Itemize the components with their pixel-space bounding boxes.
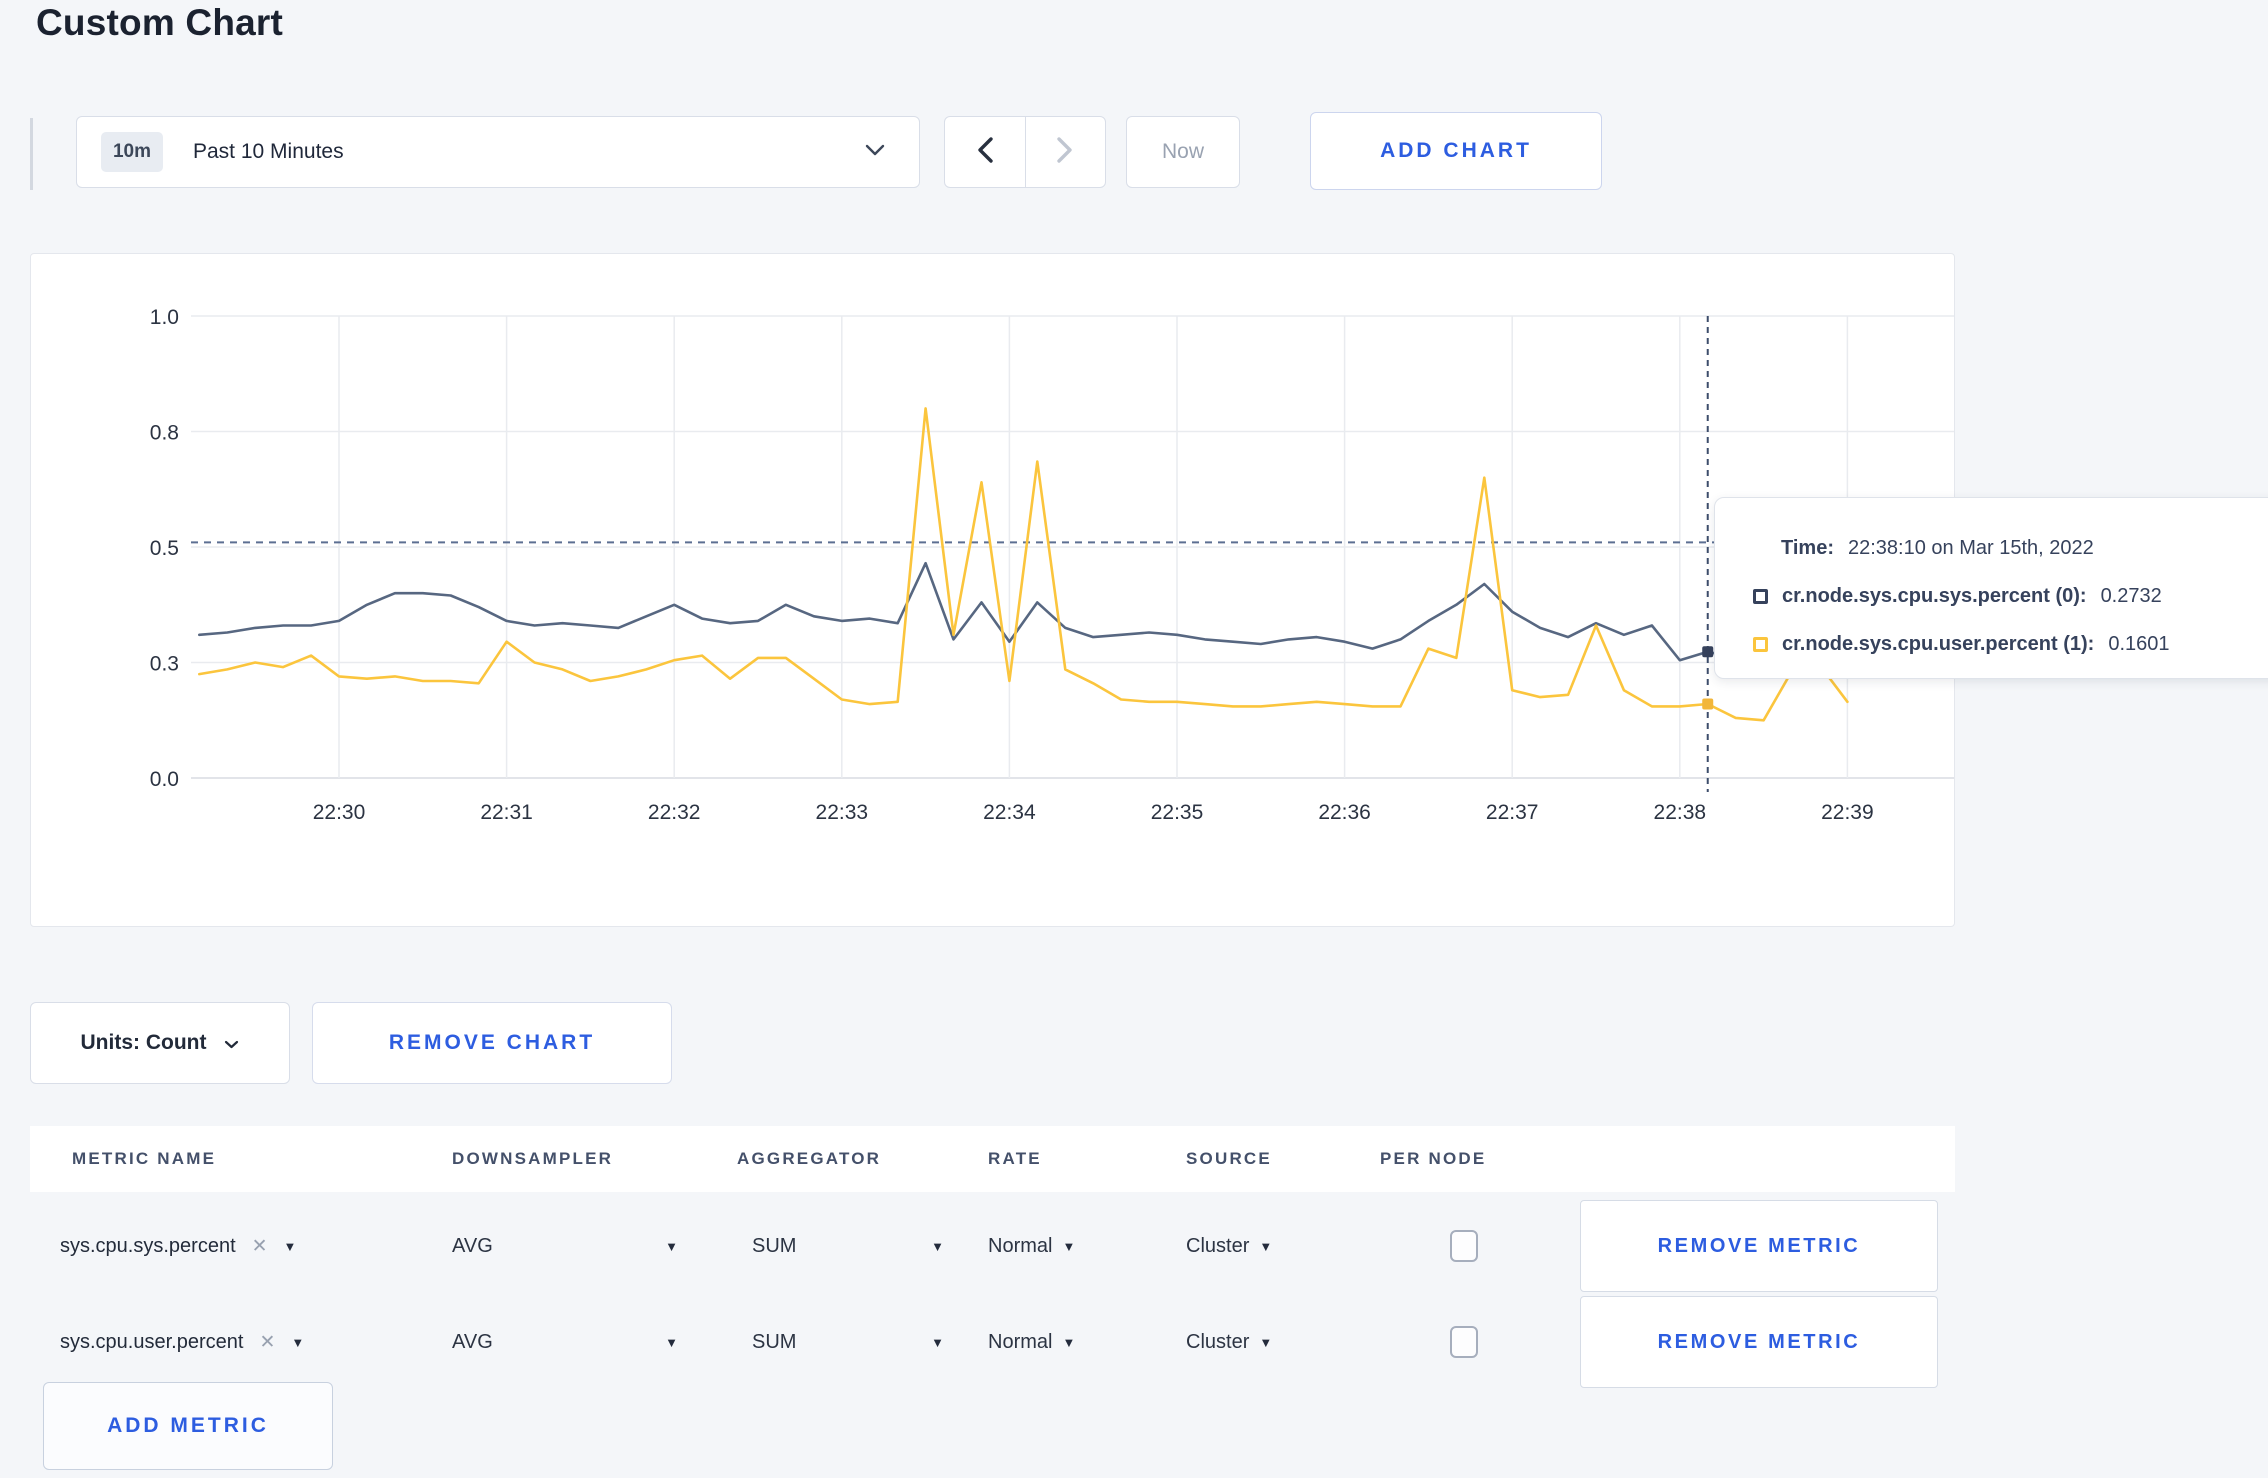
downsampler-value: AVG [452, 1330, 493, 1353]
series-user-legend-square-icon [1753, 636, 1768, 652]
per-node-checkbox[interactable] [1450, 1230, 1478, 1262]
svg-text:22:34: 22:34 [983, 801, 1036, 824]
toolbar-divider [30, 118, 33, 190]
time-nav-group [944, 116, 1106, 188]
downsampler-select[interactable]: AVG ▼ [452, 1294, 678, 1390]
remove-metric-button[interactable]: REMOVE METRIC [1580, 1200, 1938, 1292]
tooltip-time-value: 22:38:10 on Mar 15th, 2022 [1847, 536, 2094, 559]
svg-text:22:33: 22:33 [816, 801, 869, 824]
metrics-table-header: METRIC NAME DOWNSAMPLER AGGREGATOR RATE … [30, 1126, 1955, 1192]
source-value: Cluster [1186, 1330, 1250, 1353]
column-header-downsampler: DOWNSAMPLER [452, 1149, 614, 1168]
next-time-button[interactable] [1024, 117, 1106, 187]
add-metric-button[interactable]: ADD METRIC [43, 1382, 333, 1470]
remove-metric-button[interactable]: REMOVE METRIC [1580, 1296, 1938, 1388]
metric-name-value: sys.cpu.user.percent [60, 1330, 244, 1353]
dropdown-caret-icon: ▼ [931, 1334, 944, 1350]
dropdown-caret-icon[interactable]: ▼ [291, 1335, 304, 1350]
dropdown-caret-icon: ▼ [665, 1334, 678, 1350]
rate-select[interactable]: Normal ▼ [988, 1294, 1075, 1390]
svg-text:22:30: 22:30 [313, 801, 366, 824]
aggregator-select[interactable]: SUM ▼ [752, 1198, 944, 1294]
metric-row-sys: sys.cpu.sys.percent ✕ ▼ AVG ▼ SUM ▼ Norm… [30, 1198, 1955, 1294]
column-header-rate: RATE [988, 1149, 1042, 1168]
time-window-selector[interactable]: 10m Past 10 Minutes [76, 116, 920, 188]
column-header-per-node: PER NODE [1380, 1149, 1487, 1168]
dropdown-caret-icon: ▼ [1062, 1334, 1076, 1350]
svg-text:22:31: 22:31 [480, 801, 533, 824]
rate-value: Normal [988, 1234, 1053, 1257]
chevron-right-icon [1056, 136, 1074, 169]
dropdown-caret-icon: ▼ [665, 1238, 678, 1254]
units-label: Units: Count [80, 1031, 207, 1054]
prev-time-button[interactable] [945, 117, 1025, 187]
tooltip-user-value: 0.1601 [2108, 632, 2170, 655]
source-select[interactable]: Cluster ▼ [1186, 1294, 1272, 1390]
series-sys-legend-square-icon [1753, 588, 1768, 604]
dropdown-caret-icon: ▼ [1259, 1334, 1273, 1350]
tooltip-user-label: cr.node.sys.cpu.user.percent (1): [1782, 632, 2095, 655]
svg-text:0.8: 0.8 [150, 422, 179, 445]
svg-text:0.3: 0.3 [150, 653, 179, 676]
add-chart-button[interactable]: ADD CHART [1310, 112, 1602, 190]
aggregator-select[interactable]: SUM ▼ [752, 1294, 944, 1390]
per-node-checkbox[interactable] [1450, 1326, 1478, 1358]
tooltip-time-label: Time: [1781, 536, 1834, 559]
svg-text:22:38: 22:38 [1654, 801, 1707, 824]
dropdown-caret-icon: ▼ [931, 1238, 944, 1254]
svg-text:22:32: 22:32 [648, 801, 701, 824]
page-title: Custom Chart [36, 2, 284, 43]
svg-text:22:36: 22:36 [1318, 801, 1371, 824]
source-select[interactable]: Cluster ▼ [1186, 1198, 1272, 1294]
now-button[interactable]: Now [1126, 116, 1240, 188]
rate-select[interactable]: Normal ▼ [988, 1198, 1075, 1294]
downsampler-value: AVG [452, 1234, 493, 1257]
svg-text:22:39: 22:39 [1821, 801, 1874, 824]
dropdown-caret-icon[interactable]: ▼ [284, 1239, 297, 1254]
svg-text:0.5: 0.5 [150, 537, 179, 560]
metric-row-user: sys.cpu.user.percent ✕ ▼ AVG ▼ SUM ▼ Nor… [30, 1294, 1955, 1390]
chart-card: 0.0 0.3 0.5 0.8 1.0 22:30 22:31 22:32 22:33 22:34… [30, 253, 1955, 927]
svg-text:22:35: 22:35 [1151, 801, 1204, 824]
chart-tooltip: Time: 22:38:10 on Mar 15th, 2022 cr.node… [1714, 497, 2268, 679]
aggregator-value: SUM [752, 1330, 797, 1353]
column-header-aggregator: AGGREGATOR [737, 1149, 882, 1168]
time-window-label: Past 10 Minutes [193, 140, 344, 163]
downsampler-select[interactable]: AVG ▼ [452, 1198, 678, 1294]
tooltip-sys-value: 0.2732 [2100, 584, 2162, 607]
dropdown-caret-icon: ▼ [1259, 1238, 1273, 1254]
timeseries-chart[interactable]: 0.0 0.3 0.5 0.8 1.0 22:30 22:31 22:32 22:33 22:34… [31, 254, 1954, 926]
source-value: Cluster [1186, 1234, 1250, 1257]
rate-value: Normal [988, 1330, 1053, 1353]
remove-token-icon[interactable]: ✕ [259, 1331, 275, 1354]
metric-name-value: sys.cpu.sys.percent [60, 1234, 236, 1257]
svg-text:22:37: 22:37 [1486, 801, 1539, 824]
chevron-down-icon [224, 1031, 239, 1055]
aggregator-value: SUM [752, 1234, 797, 1257]
remove-chart-button[interactable]: REMOVE CHART [312, 1002, 672, 1084]
chevron-down-icon [865, 143, 885, 161]
svg-text:0.0: 0.0 [150, 768, 179, 791]
column-header-metric-name: METRIC NAME [72, 1149, 217, 1168]
tooltip-sys-label: cr.node.sys.cpu.sys.percent (0): [1782, 584, 2087, 607]
remove-token-icon[interactable]: ✕ [252, 1235, 268, 1258]
svg-text:1.0: 1.0 [150, 306, 179, 329]
units-selector[interactable]: Units: Count [30, 1002, 290, 1084]
column-header-source: SOURCE [1186, 1149, 1272, 1168]
dropdown-caret-icon: ▼ [1062, 1238, 1076, 1254]
chevron-left-icon [976, 136, 994, 169]
time-window-badge: 10m [101, 132, 163, 172]
